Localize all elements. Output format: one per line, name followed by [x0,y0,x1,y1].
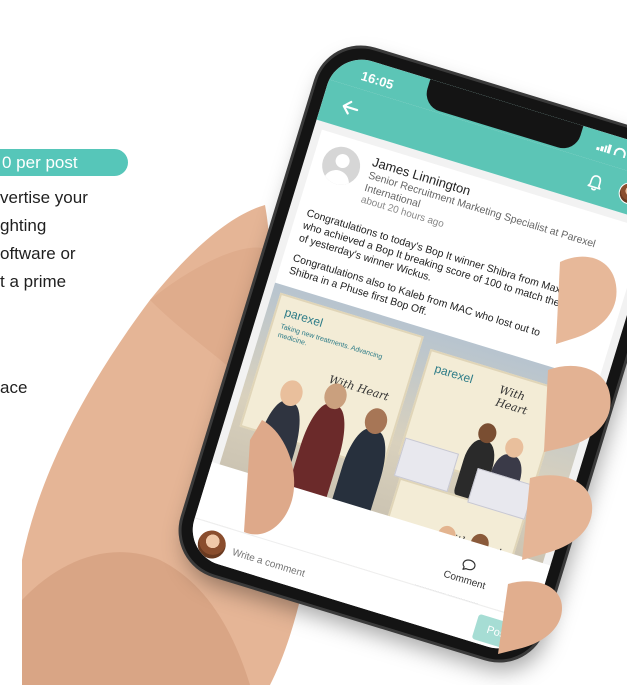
arrow-left-icon[interactable] [337,94,364,121]
speech-bubble-icon [462,559,476,571]
signal-icon [596,141,613,154]
promo-text-line-1: vertise your [0,188,88,207]
price-pill: 0 per post [0,149,128,176]
profile-avatar[interactable] [615,179,627,208]
booth-tagline: Taking new treatments. Advancing medicin… [276,323,384,361]
status-icons [596,141,627,165]
bell-icon[interactable] [584,172,606,194]
phone-device: 16:05 James Linnington Senior Recruitmen… [170,37,627,671]
thumbs-up-icon [257,484,273,499]
promo-text-line-3: oftware or [0,244,76,263]
promo-text-line-5: ace [0,378,28,397]
more-vertical-icon[interactable] [604,290,615,310]
promo-text-line-4: t a prime [0,272,67,291]
composer-avatar [194,527,230,562]
like-button[interactable]: Like [241,477,288,516]
wifi-icon [613,146,627,159]
booth-logo-2: parexel [433,361,475,387]
booth-script-2: With Heart [493,383,529,418]
promo-text-line-2: ghting [0,216,47,235]
comment-button[interactable]: Comment [434,549,500,594]
author-avatar[interactable] [317,142,365,190]
status-time: 16:05 [359,68,396,93]
